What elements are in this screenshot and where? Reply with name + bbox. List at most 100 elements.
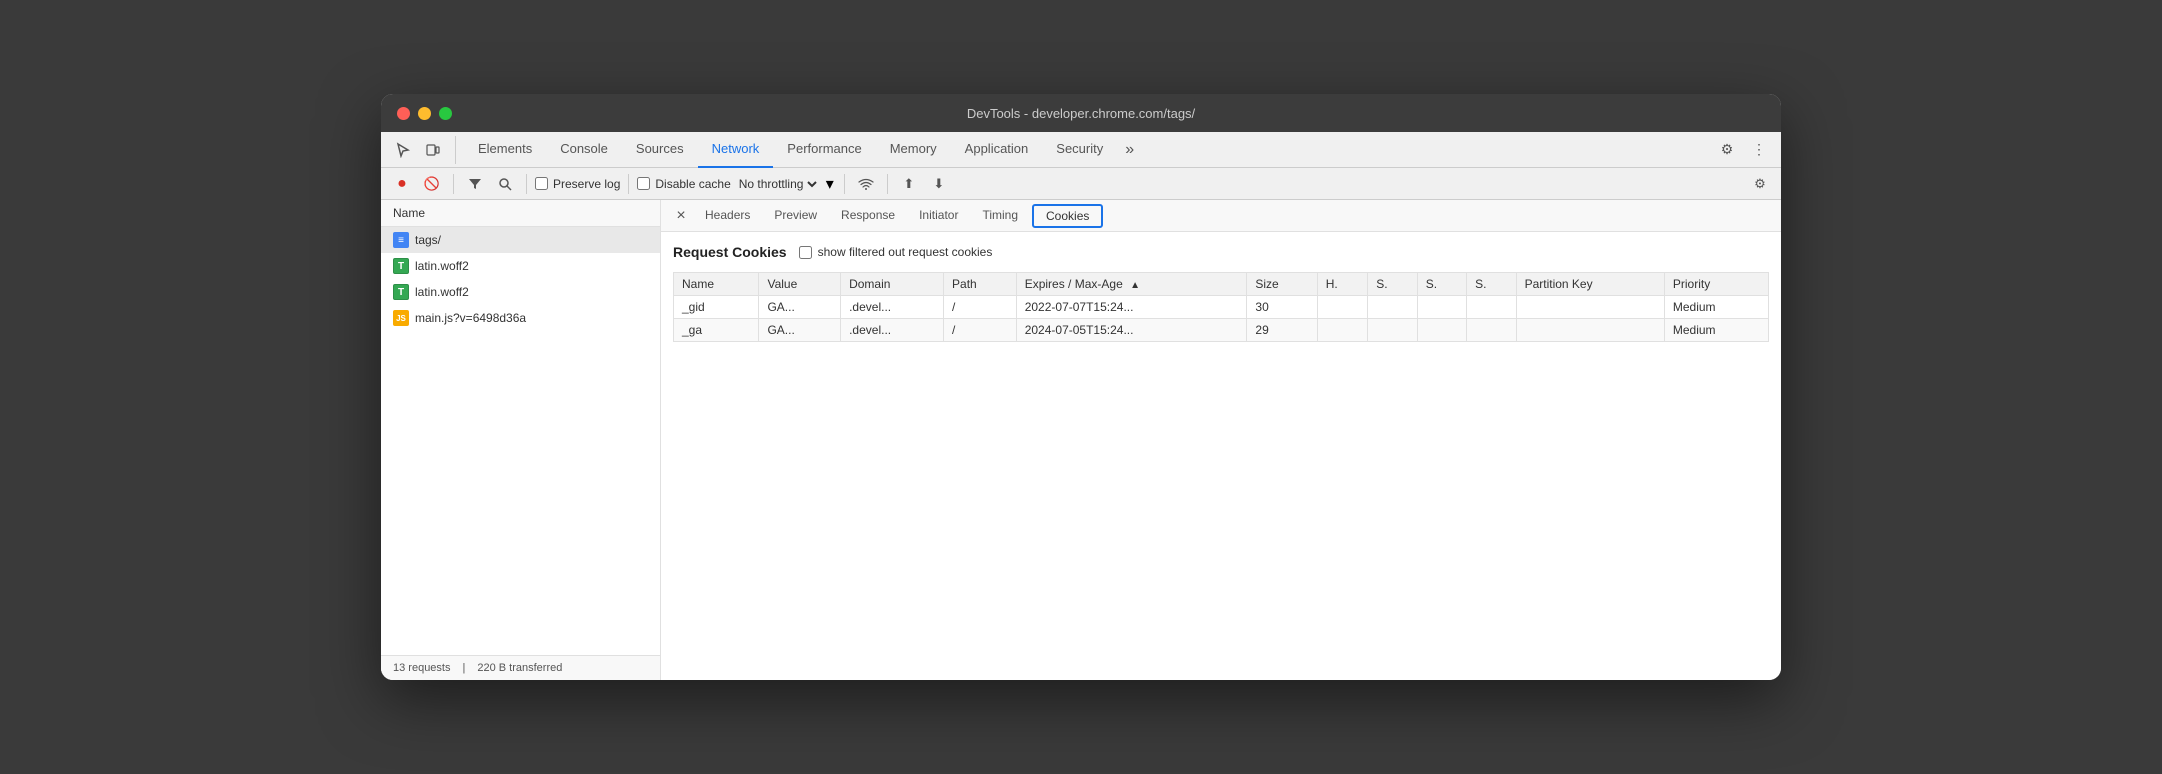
request-cookies-header: Request Cookies show filtered out reques… <box>673 244 1769 260</box>
col-header-priority[interactable]: Priority <box>1664 273 1768 296</box>
col-header-s3[interactable]: S. <box>1467 273 1516 296</box>
toolbar-sep-1 <box>453 174 454 194</box>
col-header-domain[interactable]: Domain <box>841 273 944 296</box>
tab-timing[interactable]: Timing <box>970 200 1030 232</box>
tab-overflow[interactable]: » <box>1117 141 1142 159</box>
cell-s2-gid <box>1417 296 1466 319</box>
cell-domain-ga: .devel... <box>841 319 944 342</box>
file-name-mainjs: main.js?v=6498d36a <box>415 311 526 325</box>
file-item-latin1[interactable]: T latin.woff2 <box>381 253 660 279</box>
window-title: DevTools - developer.chrome.com/tags/ <box>967 106 1195 121</box>
devtools-icon-group <box>389 136 456 164</box>
preserve-log-label[interactable]: Preserve log <box>535 177 620 191</box>
file-item-latin2[interactable]: T latin.woff2 <box>381 279 660 305</box>
search-icon[interactable] <box>492 171 518 197</box>
tab-sources[interactable]: Sources <box>622 132 698 168</box>
device-toggle-icon[interactable] <box>419 136 447 164</box>
cursor-icon[interactable] <box>389 136 417 164</box>
cell-value-ga: GA... <box>759 319 841 342</box>
col-header-size[interactable]: Size <box>1247 273 1317 296</box>
tab-response[interactable]: Response <box>829 200 907 232</box>
network-toolbar: ● 🚫 Preserve log Disable cache No thrott… <box>381 168 1781 200</box>
cell-h-ga <box>1317 319 1368 342</box>
status-bar: 13 requests | 220 B transferred <box>381 655 660 680</box>
cell-s3-ga <box>1467 319 1516 342</box>
download-icon[interactable]: ⬇ <box>926 171 952 197</box>
filter-icon[interactable] <box>462 171 488 197</box>
maximize-button[interactable] <box>439 107 452 120</box>
disable-cache-label[interactable]: Disable cache <box>637 177 730 191</box>
settings-icon[interactable]: ⚙ <box>1713 136 1741 164</box>
tab-headers[interactable]: Headers <box>693 200 762 232</box>
tab-initiator[interactable]: Initiator <box>907 200 970 232</box>
col-header-partition-key[interactable]: Partition Key <box>1516 273 1664 296</box>
file-name-latin1: latin.woff2 <box>415 259 469 273</box>
cell-domain-gid: .devel... <box>841 296 944 319</box>
request-cookies-title: Request Cookies <box>673 244 787 260</box>
cell-s1-ga <box>1368 319 1417 342</box>
cookies-table: Name Value Domain Path Expires / Max-Age… <box>673 272 1769 342</box>
cell-priority-ga: Medium <box>1664 319 1768 342</box>
cell-path-ga: / <box>944 319 1017 342</box>
upload-icon[interactable]: ⬆ <box>896 171 922 197</box>
tab-elements[interactable]: Elements <box>464 132 546 168</box>
toolbar-sep-5 <box>887 174 888 194</box>
show-filtered-label[interactable]: show filtered out request cookies <box>799 245 993 259</box>
tab-preview[interactable]: Preview <box>762 200 829 232</box>
status-transferred: 220 B transferred <box>477 662 562 674</box>
disable-cache-checkbox[interactable] <box>637 177 650 190</box>
cookies-header-row: Name Value Domain Path Expires / Max-Age… <box>674 273 1769 296</box>
close-detail-button[interactable]: × <box>669 204 693 228</box>
wifi-icon[interactable] <box>853 171 879 197</box>
more-menu-icon[interactable]: ⋮ <box>1745 136 1773 164</box>
col-header-path[interactable]: Path <box>944 273 1017 296</box>
main-tab-list: Elements Console Sources Network Perform… <box>464 132 1713 168</box>
block-button[interactable]: 🚫 <box>419 171 445 197</box>
file-name-latin2: latin.woff2 <box>415 285 469 299</box>
minimize-button[interactable] <box>418 107 431 120</box>
record-button[interactable]: ● <box>389 171 415 197</box>
throttle-select[interactable]: No throttling <box>735 176 820 192</box>
main-content: Name ≡ tags/ T latin.woff2 T latin.woff2… <box>381 200 1781 680</box>
cell-value-gid: GA... <box>759 296 841 319</box>
preserve-log-checkbox[interactable] <box>535 177 548 190</box>
tab-security[interactable]: Security <box>1042 132 1117 168</box>
toolbar-sep-2 <box>526 174 527 194</box>
col-header-value[interactable]: Value <box>759 273 841 296</box>
cell-h-gid <box>1317 296 1368 319</box>
file-item-mainjs[interactable]: JS main.js?v=6498d36a <box>381 305 660 331</box>
cell-expires-ga: 2024-07-05T15:24... <box>1016 319 1247 342</box>
cookies-table-head: Name Value Domain Path Expires / Max-Age… <box>674 273 1769 296</box>
traffic-lights <box>397 107 452 120</box>
show-filtered-checkbox[interactable] <box>799 246 812 259</box>
detail-panel: × Headers Preview Response Initiator Tim… <box>661 200 1781 680</box>
title-bar: DevTools - developer.chrome.com/tags/ <box>381 94 1781 132</box>
tab-network[interactable]: Network <box>698 132 774 168</box>
js-file-icon: JS <box>393 310 409 326</box>
file-item-tags[interactable]: ≡ tags/ <box>381 227 660 253</box>
devtools-window: DevTools - developer.chrome.com/tags/ El… <box>381 94 1781 680</box>
file-panel-header: Name <box>381 200 660 227</box>
cookie-row-gid[interactable]: _gid GA... .devel... / 2022-07-07T15:24.… <box>674 296 1769 319</box>
toolbar-sep-3 <box>628 174 629 194</box>
col-header-s2[interactable]: S. <box>1417 273 1466 296</box>
col-header-expires[interactable]: Expires / Max-Age ▲ <box>1016 273 1247 296</box>
detail-tab-bar: × Headers Preview Response Initiator Tim… <box>661 200 1781 232</box>
tab-console[interactable]: Console <box>546 132 622 168</box>
network-settings-icon[interactable]: ⚙ <box>1747 171 1773 197</box>
col-header-h[interactable]: H. <box>1317 273 1368 296</box>
cell-expires-gid: 2022-07-07T15:24... <box>1016 296 1247 319</box>
col-header-name[interactable]: Name <box>674 273 759 296</box>
close-button[interactable] <box>397 107 410 120</box>
col-header-s1[interactable]: S. <box>1368 273 1417 296</box>
cell-s3-gid <box>1467 296 1516 319</box>
font-file-icon-2: T <box>393 284 409 300</box>
tab-performance[interactable]: Performance <box>773 132 875 168</box>
devtools-tab-bar: Elements Console Sources Network Perform… <box>381 132 1781 168</box>
cell-priority-gid: Medium <box>1664 296 1768 319</box>
tab-cookies[interactable]: Cookies <box>1032 204 1103 228</box>
tab-memory[interactable]: Memory <box>876 132 951 168</box>
tab-application[interactable]: Application <box>951 132 1043 168</box>
html-file-icon: ≡ <box>393 232 409 248</box>
cookie-row-ga[interactable]: _ga GA... .devel... / 2024-07-05T15:24..… <box>674 319 1769 342</box>
